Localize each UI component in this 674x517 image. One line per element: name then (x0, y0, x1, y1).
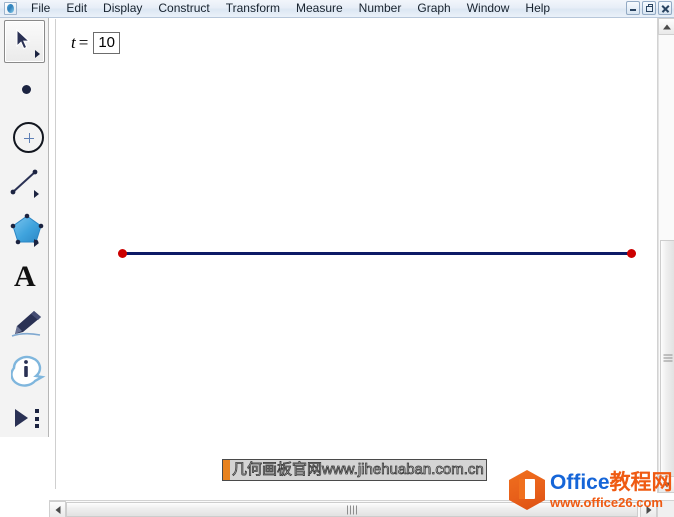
vertical-scroll-thumb[interactable] (660, 240, 674, 478)
point-tool[interactable] (0, 65, 49, 112)
vertical-scroll-track[interactable] (658, 35, 674, 478)
parameter-t[interactable]: t = 10 (71, 32, 121, 54)
play-triangle-icon (14, 408, 30, 428)
menu-item-transform[interactable]: Transform (219, 0, 287, 17)
information-tool[interactable] (0, 347, 49, 394)
info-bubble-icon (10, 354, 47, 388)
menu-item-measure[interactable]: Measure (289, 0, 350, 17)
straightedge-tool[interactable] (0, 159, 49, 206)
flyout-arrow-icon[interactable] (35, 50, 40, 58)
circle-icon (13, 122, 44, 153)
custom-tool[interactable] (0, 394, 49, 441)
office-logo-icon (506, 468, 548, 512)
segment-endpoint-left[interactable] (118, 249, 127, 258)
office-brand-en: Office (550, 470, 610, 494)
office-watermark: Office教程网 www.office26.com (506, 468, 674, 512)
flyout-arrow-icon[interactable] (34, 190, 39, 198)
close-icon[interactable] (658, 1, 672, 15)
menu-bar: File Edit Display Construct Transform Me… (0, 0, 674, 18)
scroll-grip-icon (347, 505, 357, 514)
menu-item-graph[interactable]: Graph (410, 0, 457, 17)
office-watermark-url: www.office26.com (550, 494, 663, 510)
parameter-equals: = (78, 33, 89, 52)
letter-a-icon: A (14, 260, 36, 293)
parameter-value[interactable]: 10 (93, 32, 121, 54)
compass-tool[interactable] (0, 112, 49, 159)
arrow-select-tool[interactable] (0, 18, 49, 65)
line-segment[interactable] (122, 252, 634, 255)
segment-endpoint-right[interactable] (627, 249, 636, 258)
restore-icon[interactable] (642, 1, 656, 15)
scroll-up-icon[interactable] (658, 18, 674, 35)
marker-tool[interactable] (0, 300, 49, 347)
watermark-accent-bar (223, 460, 230, 480)
flyout-arrow-icon[interactable] (34, 239, 39, 247)
arrow-cursor-icon (16, 29, 32, 51)
sketch-area: t = 10 几何画板官网www.jihehuaban.com.cn (49, 18, 674, 493)
office-brand-cn: 教程网 (609, 470, 673, 494)
vertical-scrollbar[interactable] (657, 18, 674, 493)
site-watermark: 几何画板官网www.jihehuaban.com.cn (222, 459, 487, 481)
pen-icon (10, 309, 44, 339)
menu-item-window[interactable]: Window (460, 0, 517, 17)
sketchpad-icon (3, 1, 19, 17)
menu-item-edit[interactable]: Edit (59, 0, 94, 17)
scroll-grip-icon (663, 354, 672, 364)
text-tool[interactable]: A (0, 253, 49, 300)
more-options-icon[interactable] (35, 409, 39, 428)
sketchpad-window: File Edit Display Construct Transform Me… (0, 0, 674, 517)
minimize-icon[interactable] (626, 1, 640, 15)
watermark-text: 几何画板官网www.jihehuaban.com.cn (232, 461, 485, 479)
polygon-tool[interactable] (0, 206, 49, 253)
tool-palette: A (0, 18, 49, 437)
point-icon (22, 85, 31, 94)
window-controls (626, 1, 672, 15)
menu-item-help[interactable]: Help (518, 0, 557, 17)
menu-item-file[interactable]: File (24, 0, 57, 17)
menu-item-display[interactable]: Display (96, 0, 149, 17)
parameter-variable: t (71, 33, 76, 52)
office-watermark-brand: Office教程网 (550, 472, 673, 493)
sketch-canvas[interactable]: t = 10 几何画板官网www.jihehuaban.com.cn (55, 19, 659, 489)
scroll-left-icon[interactable] (49, 501, 66, 517)
menu-item-number[interactable]: Number (352, 0, 409, 17)
menu-item-construct[interactable]: Construct (151, 0, 216, 17)
